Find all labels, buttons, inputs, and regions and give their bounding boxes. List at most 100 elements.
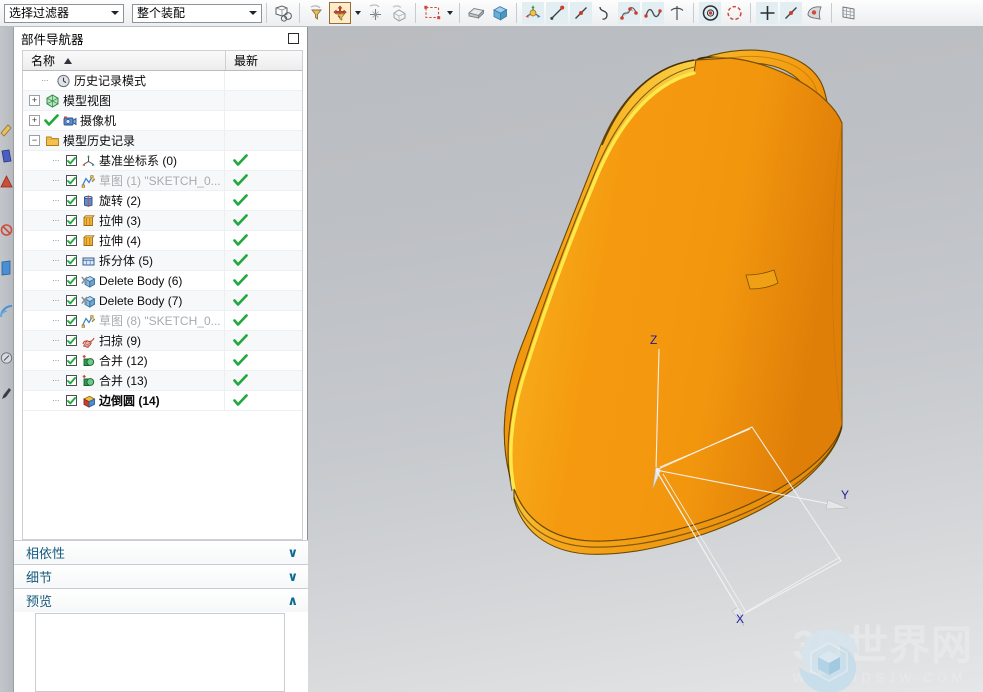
move-filter-icon[interactable] bbox=[329, 2, 351, 24]
selection-filter-combo[interactable]: 选择过滤器 bbox=[4, 3, 124, 23]
tree-row[interactable]: Delete Body (7) bbox=[23, 291, 302, 311]
tree-row[interactable]: 合并 (12) bbox=[23, 351, 302, 371]
tree-row-name-cell[interactable]: Delete Body (6) bbox=[23, 271, 225, 290]
tree-row-name-cell[interactable]: Delete Body (7) bbox=[23, 291, 225, 310]
collapse-node-icon[interactable]: − bbox=[29, 135, 40, 146]
filter-funnel-icon[interactable] bbox=[305, 2, 327, 24]
shaded-view-icon[interactable] bbox=[465, 2, 487, 24]
measure-icon[interactable] bbox=[388, 2, 410, 24]
tree-row[interactable]: 边倒圆 (14) bbox=[23, 391, 302, 411]
tree-row-name-cell[interactable]: 历史记录模式 bbox=[23, 71, 225, 90]
line-alt-icon[interactable] bbox=[570, 2, 592, 24]
status-check-icon bbox=[233, 374, 248, 386]
grid-surface-icon[interactable] bbox=[837, 2, 859, 24]
tree-row-name-cell[interactable]: 合并 (13) bbox=[23, 371, 225, 390]
helix-icon[interactable] bbox=[666, 2, 688, 24]
tree-row-name-cell[interactable]: 拉伸 (4) bbox=[23, 231, 225, 250]
feature-enable-checkbox[interactable] bbox=[66, 335, 77, 346]
datum-plane-edge-icon[interactable] bbox=[0, 143, 13, 169]
feature-enable-checkbox[interactable] bbox=[66, 195, 77, 206]
tree-row[interactable]: 合并 (13) bbox=[23, 371, 302, 391]
circle-center-icon[interactable] bbox=[699, 2, 721, 24]
column-header-name[interactable]: 名称 bbox=[23, 51, 226, 70]
tree-row-name-cell[interactable]: 基准坐标系 (0) bbox=[23, 151, 225, 170]
tree-row[interactable]: + 模型视图 bbox=[23, 91, 302, 111]
move-filter-dropdown-arrow-icon[interactable] bbox=[352, 2, 363, 24]
tree-row-name-cell[interactable]: 拆分体 (5) bbox=[23, 251, 225, 270]
tree-row-name-cell[interactable]: 草图 (8) "SKETCH_0... bbox=[23, 311, 225, 330]
maximize-icon[interactable] bbox=[288, 33, 299, 44]
line-icon[interactable] bbox=[546, 2, 568, 24]
orange-pitcher-model[interactable]: Z Y X bbox=[308, 27, 983, 692]
feature-enable-checkbox[interactable] bbox=[66, 395, 77, 406]
tree-row-name-cell[interactable]: 边倒圆 (14) bbox=[23, 391, 225, 410]
line-point-icon[interactable] bbox=[780, 2, 802, 24]
tree-row[interactable]: − 模型历史记录 bbox=[23, 131, 302, 151]
spline-curve-icon[interactable] bbox=[594, 2, 616, 24]
tree-row[interactable]: 草图 (1) "SKETCH_0... bbox=[23, 171, 302, 191]
book-edge-icon[interactable] bbox=[0, 255, 13, 281]
tree-row-name-cell[interactable]: 旋转 (2) bbox=[23, 191, 225, 210]
feature-enable-checkbox[interactable] bbox=[66, 175, 77, 186]
tree-row[interactable]: 拉伸 (4) bbox=[23, 231, 302, 251]
tree-row[interactable]: 草图 (8) "SKETCH_0... bbox=[23, 311, 302, 331]
chevron-down-icon[interactable]: ∨ bbox=[287, 570, 298, 583]
expand-node-icon[interactable]: + bbox=[29, 115, 40, 126]
feature-enable-checkbox[interactable] bbox=[66, 355, 77, 366]
tree-row-name-cell[interactable]: 拉伸 (3) bbox=[23, 211, 225, 230]
tree-row[interactable]: 拉伸 (3) bbox=[23, 211, 302, 231]
tree-row[interactable]: 扫掠 (9) bbox=[23, 331, 302, 351]
feature-enable-checkbox[interactable] bbox=[66, 255, 77, 266]
tree-row[interactable]: Delete Body (6) bbox=[23, 271, 302, 291]
tree-row-name-cell[interactable]: 草图 (1) "SKETCH_0... bbox=[23, 171, 225, 190]
compass-edge-icon[interactable] bbox=[0, 345, 13, 371]
tree-row[interactable]: 旋转 (2) bbox=[23, 191, 302, 211]
section-details[interactable]: 细节 ∨ bbox=[14, 564, 308, 588]
cone-edge-icon[interactable] bbox=[0, 169, 13, 195]
column-header-latest[interactable]: 最新 bbox=[226, 51, 258, 70]
datum-csys-icon[interactable] bbox=[522, 2, 544, 24]
pen-edge-icon[interactable] bbox=[0, 381, 13, 407]
chevron-down-icon[interactable] bbox=[107, 5, 123, 22]
feature-enable-checkbox[interactable] bbox=[66, 275, 77, 286]
tree-row-name-cell[interactable]: + 模型视图 bbox=[23, 91, 225, 110]
assembly-select-icon[interactable] bbox=[272, 2, 294, 24]
left-edge-toolbar[interactable] bbox=[0, 27, 14, 692]
studio-spline-icon[interactable] bbox=[618, 2, 640, 24]
section-preview[interactable]: 预览 ∧ bbox=[14, 588, 308, 612]
cross-point-icon[interactable] bbox=[756, 2, 778, 24]
feature-enable-checkbox[interactable] bbox=[66, 155, 77, 166]
sheet-body-icon[interactable] bbox=[804, 2, 826, 24]
tree-row-name-cell[interactable]: − 模型历史记录 bbox=[23, 131, 225, 150]
rectangle-select-dropdown-arrow-icon[interactable] bbox=[444, 2, 455, 24]
tree-row-name-cell[interactable]: 扫掠 (9) bbox=[23, 331, 225, 350]
signal-edge-icon[interactable] bbox=[0, 299, 13, 325]
rectangle-select-icon[interactable] bbox=[421, 2, 443, 24]
feature-enable-checkbox[interactable] bbox=[66, 215, 77, 226]
tree-row[interactable]: 历史记录模式 bbox=[23, 71, 302, 91]
chevron-down-icon[interactable]: ∨ bbox=[287, 546, 298, 559]
sketch-edge-icon[interactable] bbox=[0, 117, 13, 143]
feature-enable-checkbox[interactable] bbox=[66, 235, 77, 246]
solid-body-icon[interactable] bbox=[489, 2, 511, 24]
tree-row[interactable]: + 摄像机 bbox=[23, 111, 302, 131]
tree-row[interactable]: 拆分体 (5) bbox=[23, 251, 302, 271]
snap-point-icon[interactable] bbox=[364, 2, 386, 24]
tree-row-name-cell[interactable]: 合并 (12) bbox=[23, 351, 225, 370]
arc-icon[interactable] bbox=[723, 2, 745, 24]
tree-row-status-cell bbox=[225, 311, 302, 330]
graphics-viewport[interactable]: Z Y X 3D世界网 WWW.3DSJW.COM bbox=[308, 27, 983, 692]
expand-node-icon[interactable]: + bbox=[29, 95, 40, 106]
chevron-down-icon[interactable] bbox=[245, 5, 261, 22]
section-dependencies[interactable]: 相依性 ∨ bbox=[14, 540, 308, 564]
model-history-tree[interactable]: 历史记录模式 + 模型视图 + 摄像机 − 模型历史记录 基准坐标系 (0) 草图 (1) "S… bbox=[22, 71, 303, 539]
scope-combo[interactable]: 整个装配 bbox=[132, 3, 262, 23]
feature-enable-checkbox[interactable] bbox=[66, 295, 77, 306]
no-entry-edge-icon[interactable] bbox=[0, 217, 13, 243]
wave-curve-icon[interactable] bbox=[642, 2, 664, 24]
chevron-up-icon[interactable]: ∧ bbox=[287, 594, 298, 607]
feature-enable-checkbox[interactable] bbox=[66, 315, 77, 326]
tree-row[interactable]: 基准坐标系 (0) bbox=[23, 151, 302, 171]
tree-row-name-cell[interactable]: + 摄像机 bbox=[23, 111, 225, 130]
feature-enable-checkbox[interactable] bbox=[66, 375, 77, 386]
